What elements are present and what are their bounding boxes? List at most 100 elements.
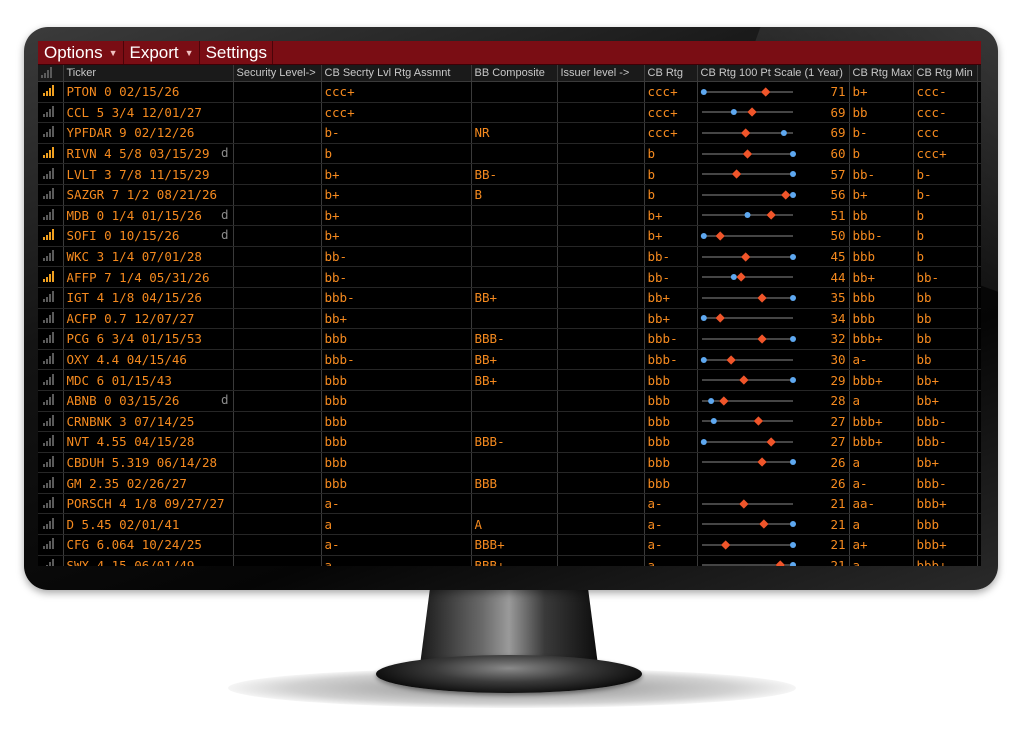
rating-range-marker [700, 231, 793, 241]
table-row[interactable]: MDC 6 01/15/43 bbb BB+ bbb 29 bbb+ bb+ [38, 369, 981, 391]
table-row[interactable]: RIVN 4 5/8 03/15/29 d b b 60 b ccc+ [38, 143, 981, 165]
assessment-cell: b+ [321, 225, 472, 247]
truncated-column-cell [977, 513, 981, 536]
column-header[interactable]: CB Rtg 100 Pt Scale (1 Year) [697, 65, 850, 82]
signal-column-header[interactable] [38, 65, 64, 82]
table-row[interactable]: MDB 0 1/4 01/15/26 d b+ b+ 51 bb b [38, 205, 981, 227]
ticker-cell[interactable]: ABNB 0 03/15/26 d [63, 390, 234, 412]
column-header[interactable]: CB Secrty Lvl Rtg Assmnt [321, 65, 472, 82]
ticker-cell[interactable]: OXY 4.4 04/15/46 [63, 349, 234, 371]
issuer-level-cell [557, 534, 645, 556]
dropdown-caret-icon: ▼ [108, 47, 118, 58]
ticker-cell[interactable]: RIVN 4 5/8 03/15/29 d [63, 143, 234, 165]
column-header[interactable]: CB Rtg Min [913, 65, 978, 82]
ticker-cell[interactable]: SAZGR 7 1/2 08/21/26 [63, 184, 234, 206]
ticker-cell[interactable]: CBDUH 5.319 06/14/28 [63, 452, 234, 474]
assessment-cell: a- [321, 555, 472, 566]
ticker-cell[interactable]: SOFI 0 10/15/26 d [63, 225, 234, 247]
score-value: 30 [830, 352, 846, 368]
options-menu[interactable]: Options ▼ [38, 41, 124, 64]
blue-marker [789, 294, 796, 301]
table-row[interactable]: ABNB 0 03/15/26 d bbb bbb 28 a bb+ [38, 390, 981, 412]
blue-marker [780, 129, 787, 136]
issuer-level-cell [557, 369, 645, 391]
column-header[interactable]: Ticker [63, 65, 234, 82]
cb-rating-max-cell: bbb [849, 308, 914, 330]
table-row[interactable]: YPFDAR 9 02/12/26 b- NR ccc+ 69 b-ccc [38, 122, 981, 144]
table-row[interactable]: D 5.45 02/01/41 a Aa- 21 a bbb [38, 513, 981, 536]
table-row[interactable]: SAZGR 7 1/2 08/21/26 b+ Bb 56 b+ b- [38, 184, 981, 206]
ticker-cell[interactable]: CRNBNK 3 07/14/25 [63, 411, 234, 433]
ticker-cell[interactable]: IGT 4 1/8 04/15/26 [63, 287, 234, 309]
security-level-cell [233, 102, 322, 124]
column-header[interactable]: Security Level-> [233, 65, 322, 82]
table-row[interactable]: AFFP 7 1/4 05/31/26 bb-bb- 44 bb+ bb- [38, 266, 981, 288]
table-row[interactable]: SWX 4.15 06/01/49 a- BBB+ a- 21 a bbb+ [38, 555, 981, 566]
ticker-cell[interactable]: ACFP 0.7 12/07/27 [63, 308, 234, 330]
table-row[interactable]: LVLT 3 7/8 11/15/29 b+ BB-b 57 bb-b- [38, 163, 981, 185]
table-row[interactable]: WKC 3 1/4 07/01/28 bb-bb- 45 bbb b [38, 246, 981, 268]
table-row[interactable]: CCL 5 3/4 12/01/27 ccc+ ccc+ 69 bb ccc- [38, 102, 981, 124]
table-row[interactable]: NVT 4.55 04/15/28 bbb BBB-bbb 27 bbb+ bbb- [38, 431, 981, 453]
signal-strength-icon [43, 434, 54, 447]
security-level-cell [233, 493, 322, 515]
table-row[interactable]: PCG 6 3/4 01/15/53 bbb BBB-bbb- 32 bbb+ bb [38, 328, 981, 350]
column-header[interactable]: BB Composite [471, 65, 558, 82]
cb-rating-min-cell: b- [913, 184, 978, 206]
truncated-column-cell [977, 534, 981, 556]
cb-rating-cell: bb+ [644, 308, 698, 330]
assessment-cell: bb- [321, 246, 472, 268]
ticker-cell[interactable]: D 5.45 02/01/41 [63, 513, 234, 536]
bb-composite-cell [471, 81, 558, 103]
score-value: 57 [830, 166, 846, 182]
score-scale-cell: 71 [697, 81, 850, 103]
column-header[interactable]: CB Rtg [644, 65, 698, 82]
table-row[interactable]: CRNBNK 3 07/14/25 bbb bbb 27 bbb+ bbb- [38, 411, 981, 433]
menu-bar: Options ▼ Export ▼ Settings [38, 41, 981, 65]
ticker-cell[interactable]: SWX 4.15 06/01/49 [63, 555, 234, 566]
table-row[interactable]: PTON 0 02/15/26 ccc+ ccc+ 71 b+ ccc- [38, 81, 981, 103]
truncated-column-cell [977, 225, 981, 247]
score-value: 27 [830, 434, 846, 450]
ticker-cell[interactable]: PTON 0 02/15/26 [63, 81, 234, 103]
table-row[interactable]: CFG 6.064 10/24/25 a- BBB+ a- 21 a+ bbb+ [38, 534, 981, 556]
ticker-cell[interactable]: MDB 0 1/4 01/15/26 d [63, 205, 234, 227]
ticker-cell[interactable]: PCG 6 3/4 01/15/53 [63, 328, 234, 350]
ticker-label: NVT 4.55 04/15/28 [66, 434, 195, 450]
ticker-cell[interactable]: CCL 5 3/4 12/01/27 [63, 102, 234, 124]
cb-rating-cell: bbb [644, 452, 698, 474]
settings-menu[interactable]: Settings [200, 41, 274, 64]
cb-rating-min-cell: ccc [913, 122, 978, 144]
signal-strength-icon [43, 105, 54, 117]
flag-label: d [220, 206, 229, 222]
table-row[interactable]: CBDUH 5.319 06/14/28 bbb bbb 26 a bb+ [38, 452, 981, 474]
ticker-cell[interactable]: AFFP 7 1/4 05/31/26 [63, 266, 234, 288]
ticker-cell[interactable]: YPFDAR 9 02/12/26 [63, 122, 234, 144]
ticker-cell[interactable]: MDC 6 01/15/43 [63, 369, 234, 391]
security-level-cell [233, 452, 322, 474]
export-menu[interactable]: Export ▼ [124, 41, 200, 64]
cb-rating-max-cell: bb [849, 205, 914, 227]
ticker-cell[interactable]: GM 2.35 02/26/27 [63, 472, 234, 494]
flag-label: d [220, 144, 229, 160]
table-row[interactable]: OXY 4.4 04/15/46 bbb- BB+ bbb- 30 a-bb [38, 349, 981, 371]
table-row[interactable]: PORSCH 4 1/8 09/27/27 a-a- 21 aa-bbb+ [38, 493, 981, 515]
table-row[interactable]: SOFI 0 10/15/26 d b+ b+ 50 bbb-b [38, 225, 981, 247]
column-header[interactable]: Issuer level -> [557, 65, 645, 82]
cb-rating-max-cell: bbb+ [849, 328, 914, 350]
ticker-cell[interactable]: NVT 4.55 04/15/28 [63, 431, 234, 453]
assessment-cell: a- [321, 534, 472, 556]
ticker-cell[interactable]: CFG 6.064 10/24/25 [63, 534, 234, 556]
assessment-cell: bbb- [321, 287, 472, 309]
cb-rating-cell: b+ [644, 205, 698, 227]
ticker-cell[interactable]: WKC 3 1/4 07/01/28 [63, 246, 234, 268]
table-row[interactable]: IGT 4 1/8 04/15/26 bbb- BB+ bb+ 35 bbb bb [38, 287, 981, 309]
column-header[interactable]: C [977, 65, 981, 82]
table-row[interactable]: ACFP 0.7 12/07/27 bb+ bb+ 34 bbb bb [38, 308, 981, 330]
ticker-cell[interactable]: LVLT 3 7/8 11/15/29 [63, 163, 234, 185]
ticker-cell[interactable]: PORSCH 4 1/8 09/27/27 [63, 493, 234, 515]
signal-strength-icon [43, 352, 54, 365]
score-scale-cell: 30 [697, 349, 850, 371]
table-row[interactable]: GM 2.35 02/26/27 bbb BBB bbb 26 a-bbb- [38, 472, 981, 494]
column-header[interactable]: CB Rtg Max [849, 65, 914, 82]
